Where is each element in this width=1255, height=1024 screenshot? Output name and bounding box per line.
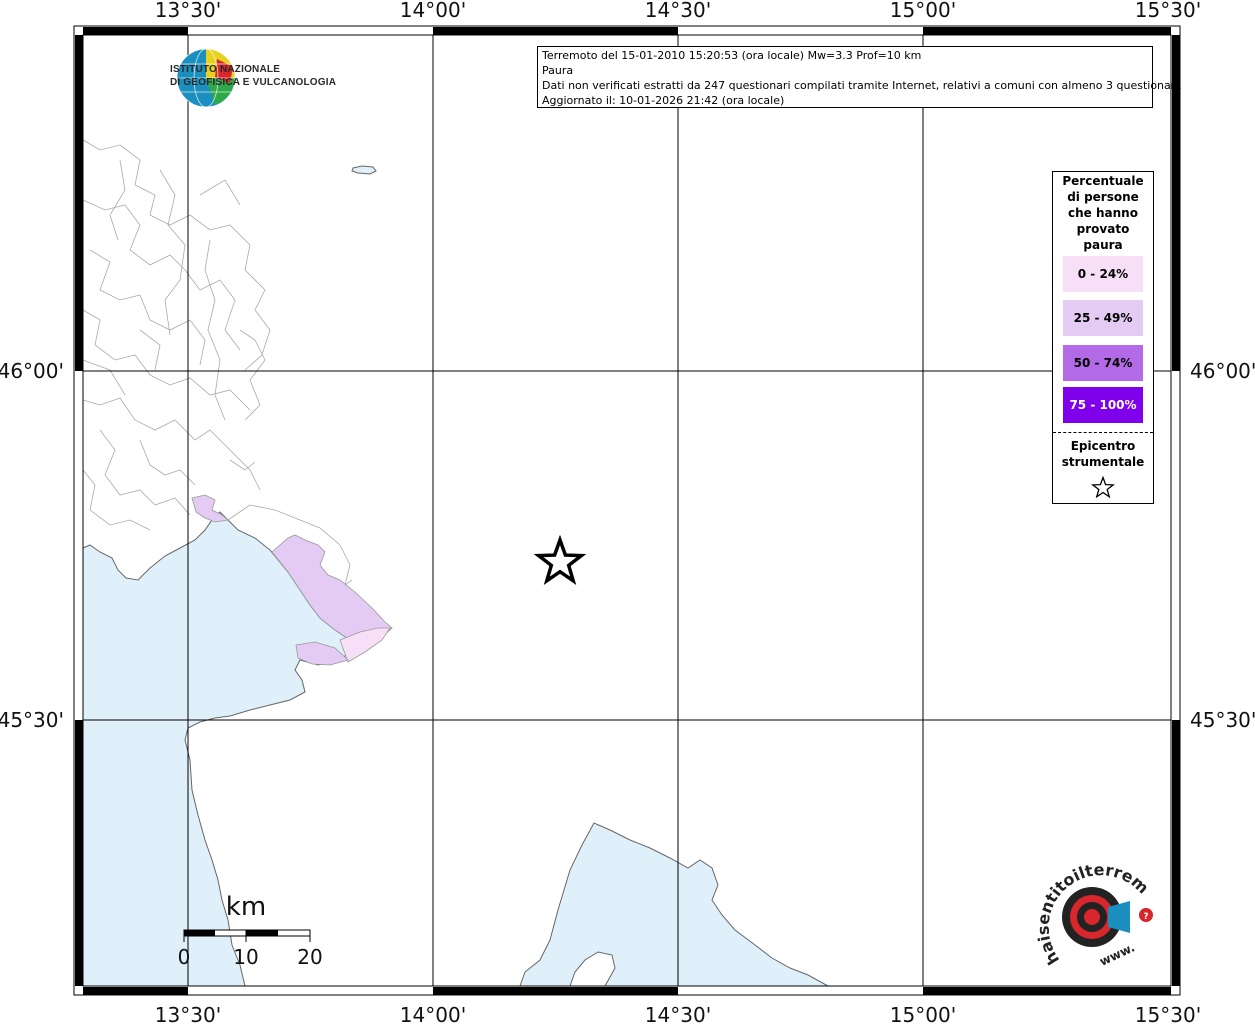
legend-item-50-74: 50 - 74% (1063, 345, 1143, 381)
lon-tick-top-3: 14°30' (645, 0, 711, 22)
lon-tick-bottom-5: 15°30' (1135, 1003, 1201, 1024)
scale-label-20: 20 (297, 945, 322, 969)
hst-logo: ? haisentitoilterremoto.it www. (1030, 865, 1153, 969)
lon-tick-top-1: 13°30' (155, 0, 221, 22)
event-info-box: Terremoto del 15-01-2010 15:20:53 (ora l… (537, 46, 1182, 108)
event-info-line4: Aggiornato il: 10-01-2026 21:42 (ora loc… (542, 94, 785, 107)
legend-item-label: 75 - 100% (1069, 398, 1137, 412)
event-info-line3: Dati non verificati estratti da 247 ques… (542, 79, 1182, 92)
legend-star-outline-icon (1091, 476, 1115, 498)
lon-tick-top-2: 14°00' (400, 0, 466, 22)
event-info-line2: Paura (542, 64, 574, 77)
legend-epicenter-title: Epicentro strumentale (1061, 439, 1145, 469)
event-info-line1: Terremoto del 15-01-2010 15:20:53 (ora l… (542, 49, 922, 62)
lon-tick-bottom-1: 13°30' (155, 1003, 221, 1024)
legend-item-label: 50 - 74% (1073, 356, 1133, 370)
legend-item-75-100: 75 - 100% (1063, 387, 1143, 423)
legend-title: Percentuale di persone che hanno provato… (1062, 174, 1144, 252)
lon-tick-bottom-2: 14°00' (400, 1003, 466, 1024)
lon-tick-top-5: 15°30' (1135, 0, 1201, 22)
scale-label-10: 10 (233, 945, 258, 969)
legend-item-25-49: 25 - 49% (1063, 300, 1143, 336)
lon-tick-bottom-3: 14°30' (645, 1003, 711, 1024)
lon-tick-top-4: 15°00' (890, 0, 956, 22)
ingv-logo-text: ISTITUTO NAZIONALE DI GEOFISICA E VULCAN… (170, 63, 336, 89)
lat-tick-right-2: 45°30' (1190, 708, 1255, 732)
fear-legend: Percentuale di persone che hanno provato… (1052, 171, 1154, 504)
legend-separator (1053, 432, 1153, 433)
scale-unit: km (226, 892, 266, 922)
scale-label-0: 0 (178, 945, 191, 969)
svg-text:?: ? (1143, 912, 1148, 922)
lat-tick-left-2: 45°30' (0, 708, 64, 732)
ingv-text-line2: DI GEOFISICA E VULCANOLOGIA (170, 77, 337, 88)
ingv-text-line1: ISTITUTO NAZIONALE (170, 64, 281, 75)
legend-item-label: 0 - 24% (1077, 267, 1129, 281)
lat-tick-left-1: 46°00' (0, 359, 64, 383)
legend-item-0-24: 0 - 24% (1063, 256, 1143, 292)
lon-tick-bottom-4: 15°00' (890, 1003, 956, 1024)
lat-tick-right-1: 46°00' (1190, 359, 1255, 383)
legend-item-label: 25 - 49% (1073, 311, 1133, 325)
